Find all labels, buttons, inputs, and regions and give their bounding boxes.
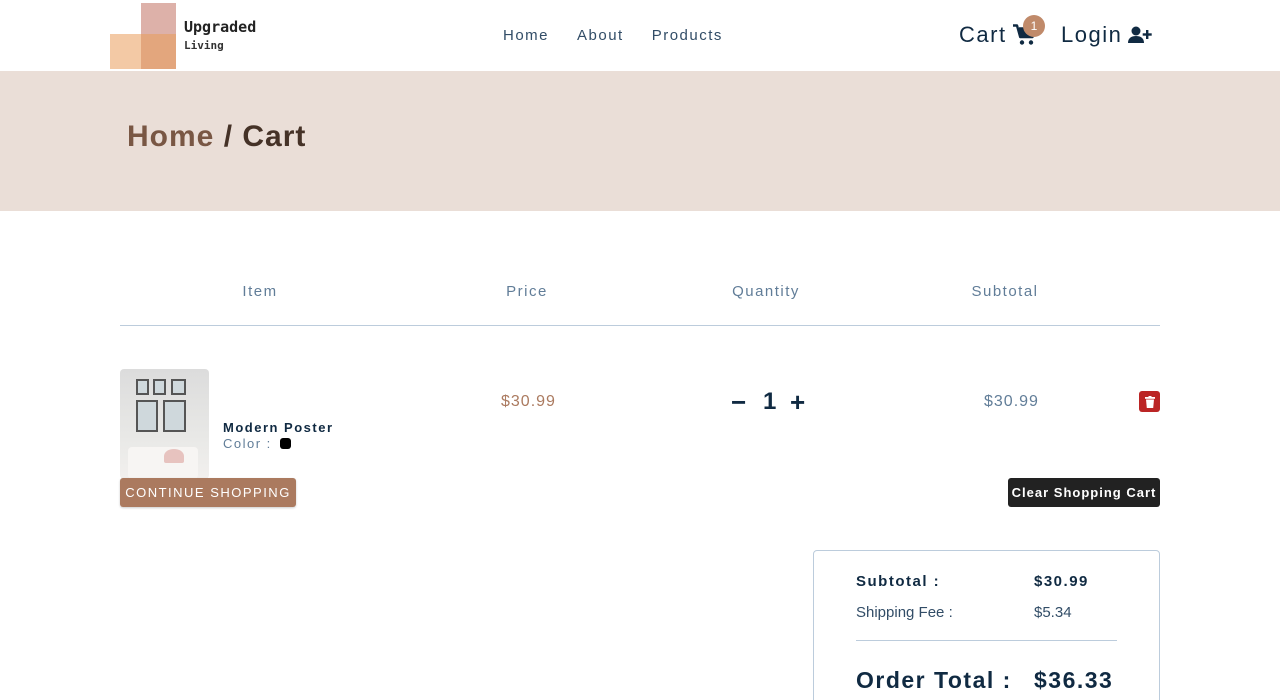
cart-count-badge: 1 bbox=[1023, 15, 1045, 37]
table-divider bbox=[120, 325, 1160, 326]
pillow-shape bbox=[164, 449, 184, 463]
login-button[interactable]: Login bbox=[1061, 22, 1153, 48]
page-hero: Home / Cart bbox=[0, 71, 1280, 211]
login-label: Login bbox=[1061, 22, 1123, 47]
column-header-subtotal: Subtotal bbox=[971, 283, 1039, 300]
trash-icon bbox=[1144, 395, 1155, 408]
logo[interactable]: Upgraded Living bbox=[110, 3, 270, 69]
poster-frame bbox=[153, 379, 166, 395]
column-header-item: Item bbox=[242, 283, 278, 300]
column-header-price: Price bbox=[506, 283, 548, 300]
nav-link-home[interactable]: Home bbox=[503, 27, 549, 44]
poster-frame bbox=[171, 379, 186, 395]
nav-link-about[interactable]: About bbox=[577, 27, 624, 44]
navbar: Upgraded Living Home About Products Cart… bbox=[0, 0, 1280, 71]
subtotal-label: Subtotal : bbox=[856, 573, 941, 590]
continue-shopping-button[interactable]: CONTINUE SHOPPING bbox=[120, 478, 296, 507]
product-name: Modern Poster bbox=[223, 420, 334, 435]
clear-cart-button[interactable]: Clear Shopping Cart bbox=[1008, 478, 1160, 507]
shipping-fee-value: $5.34 bbox=[1034, 604, 1072, 621]
order-summary: Subtotal : $30.99 Shipping Fee : $5.34 O… bbox=[813, 550, 1160, 700]
product-color-label: Color : bbox=[223, 436, 272, 451]
bed-shape bbox=[128, 447, 198, 479]
subtotal-value: $30.99 bbox=[1034, 573, 1089, 590]
quantity-value: 1 bbox=[763, 388, 777, 415]
logo-square-2 bbox=[110, 34, 144, 69]
logo-text-line2: Living bbox=[184, 39, 224, 52]
logo-square-3 bbox=[141, 34, 176, 69]
shipping-fee-label: Shipping Fee : bbox=[856, 604, 953, 621]
item-subtotal: $30.99 bbox=[984, 393, 1039, 410]
item-price: $30.99 bbox=[501, 393, 556, 410]
product-image bbox=[120, 369, 209, 479]
remove-item-button[interactable] bbox=[1139, 391, 1160, 412]
logo-text-line1: Upgraded bbox=[184, 18, 257, 36]
poster-frame bbox=[136, 400, 158, 432]
increase-quantity-button[interactable]: + bbox=[790, 387, 805, 418]
breadcrumb-separator: / bbox=[214, 120, 243, 153]
poster-frame bbox=[136, 379, 149, 395]
breadcrumb-home-link[interactable]: Home bbox=[127, 120, 214, 153]
main-nav: Home About Products bbox=[503, 27, 723, 44]
logo-square-1 bbox=[141, 3, 176, 37]
breadcrumb: Home / Cart bbox=[127, 120, 306, 154]
cart-label: Cart bbox=[959, 22, 1007, 47]
nav-link-products[interactable]: Products bbox=[652, 27, 723, 44]
product-color: Color : bbox=[223, 436, 291, 451]
order-total-value: $36.33 bbox=[1034, 667, 1114, 693]
color-swatch bbox=[279, 438, 291, 449]
column-header-quantity: Quantity bbox=[732, 283, 800, 300]
poster-frame bbox=[163, 400, 186, 432]
summary-divider bbox=[856, 640, 1117, 641]
decrease-quantity-button[interactable]: − bbox=[731, 387, 746, 418]
order-total-label: Order Total : bbox=[856, 667, 1012, 693]
user-plus-icon bbox=[1128, 26, 1153, 43]
breadcrumb-current: Cart bbox=[242, 120, 307, 153]
